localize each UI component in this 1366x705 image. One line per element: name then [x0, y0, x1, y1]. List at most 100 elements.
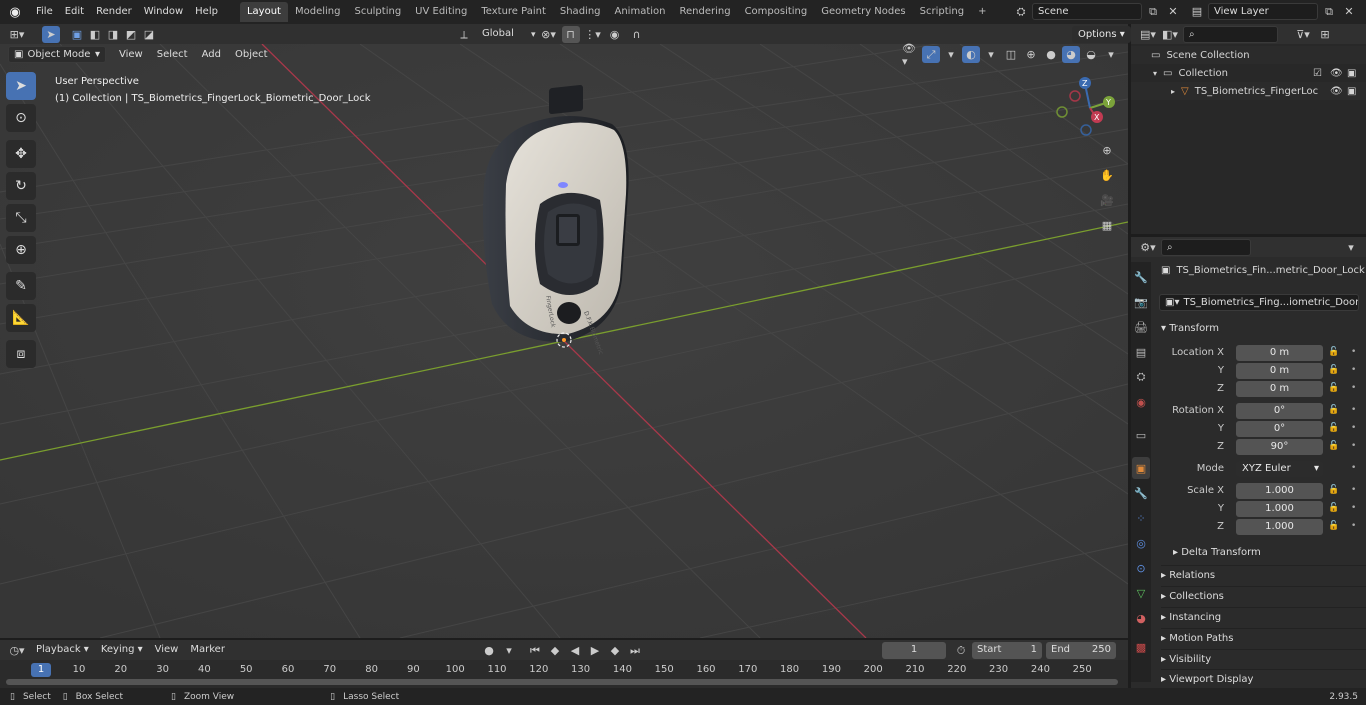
- checkbox-icon[interactable]: ☑: [1313, 68, 1322, 79]
- relations-panel-header[interactable]: ▸ Relations: [1161, 565, 1366, 585]
- constraints-tab-icon[interactable]: ⊙: [1132, 557, 1150, 579]
- start-frame-field[interactable]: Start 1: [972, 642, 1042, 659]
- outliner-row-scene[interactable]: ▭ Scene Collection: [1131, 46, 1366, 64]
- properties-editor-icon[interactable]: ⚙▾: [1139, 239, 1157, 256]
- keyframe-dot-icon[interactable]: •: [1351, 405, 1356, 415]
- timeline-scrollbar[interactable]: [6, 679, 1118, 685]
- chevron-down-icon[interactable]: ▾: [1102, 46, 1120, 63]
- scene-tab-icon[interactable]: ⛭: [1132, 366, 1150, 388]
- view-layer-icon[interactable]: ▤: [1188, 3, 1206, 20]
- render-tab-icon[interactable]: 📷: [1132, 291, 1150, 313]
- particles-tab-icon[interactable]: ⁘: [1132, 507, 1150, 529]
- menu-select[interactable]: Select: [151, 46, 194, 63]
- blender-logo-icon[interactable]: ◉: [0, 5, 30, 20]
- delete-view-layer-icon[interactable]: ✕: [1340, 3, 1358, 20]
- new-scene-icon[interactable]: ⧉: [1144, 3, 1162, 20]
- lock-icon[interactable]: 🔓: [1328, 485, 1339, 495]
- add-cube-tool-icon[interactable]: ⧈: [6, 340, 36, 368]
- current-frame-field[interactable]: 1: [882, 642, 946, 659]
- chevron-down-icon[interactable]: ▾: [942, 46, 960, 63]
- keyframe-dot-icon[interactable]: •: [1351, 365, 1356, 375]
- visibility-panel-header[interactable]: ▸ Visibility: [1161, 649, 1366, 669]
- snap-target-icon[interactable]: ⋮▾: [584, 26, 602, 43]
- play-icon[interactable]: ▶: [586, 642, 604, 659]
- menu-marker[interactable]: Marker: [184, 640, 231, 660]
- pivot-icon[interactable]: ⊗▾: [540, 26, 558, 43]
- keyframe-dot-icon[interactable]: •: [1351, 423, 1356, 433]
- outliner-search-input[interactable]: ⌕: [1183, 25, 1278, 43]
- eye-icon[interactable]: 👁: [1330, 86, 1343, 97]
- delta-transform-header[interactable]: ▸ Delta Transform: [1173, 543, 1366, 563]
- texture-tab-icon[interactable]: ▩: [1132, 636, 1150, 658]
- visibility-icon[interactable]: 👁▾: [902, 42, 920, 68]
- select-tool-icon[interactable]: ➤: [42, 25, 60, 43]
- outliner-row-collection[interactable]: ▾ ▭ Collection ☑ 👁 ▣: [1131, 64, 1366, 82]
- world-tab-icon[interactable]: ◉: [1132, 391, 1150, 413]
- rotation-mode-dropdown[interactable]: XYZ Euler ▾: [1236, 461, 1323, 477]
- rendered-shading-icon[interactable]: ◒: [1082, 46, 1100, 63]
- location-y-field[interactable]: 0 m: [1236, 363, 1323, 379]
- outliner-editor-icon[interactable]: ▤▾: [1139, 26, 1157, 43]
- snap-icon[interactable]: ⊓: [561, 26, 580, 43]
- end-frame-field[interactable]: End 250: [1046, 642, 1116, 659]
- material-shading-icon[interactable]: ◕: [1062, 46, 1080, 63]
- lock-icon[interactable]: 🔓: [1328, 405, 1339, 415]
- timeline-editor-icon[interactable]: ◷▾: [8, 642, 26, 659]
- tab-scripting[interactable]: Scripting: [913, 2, 971, 22]
- wireframe-shading-icon[interactable]: ⊕: [1022, 46, 1040, 63]
- data-tab-icon[interactable]: ▽: [1132, 582, 1150, 604]
- menu-edit[interactable]: Edit: [59, 0, 90, 24]
- move-tool-icon[interactable]: ✥: [6, 140, 36, 168]
- keyframe-dot-icon[interactable]: •: [1351, 503, 1356, 513]
- scale-z-field[interactable]: 1.000: [1236, 519, 1323, 535]
- keyframe-dot-icon[interactable]: •: [1351, 463, 1356, 473]
- tab-rendering[interactable]: Rendering: [672, 2, 737, 22]
- menu-playback[interactable]: Playback ▾: [30, 640, 95, 660]
- scene-field[interactable]: Scene: [1032, 3, 1142, 20]
- physics-tab-icon[interactable]: ◎: [1132, 532, 1150, 554]
- object-tab-icon[interactable]: ▣: [1132, 457, 1150, 479]
- outliner-row-object[interactable]: ▸ ▽ TS_Biometrics_FingerLoc 👁 ▣: [1131, 82, 1366, 100]
- select-subtract-icon[interactable]: ◨: [104, 26, 122, 43]
- orientation-dropdown[interactable]: Global: [477, 26, 527, 43]
- rotation-x-field[interactable]: 0°: [1236, 403, 1323, 419]
- lock-icon[interactable]: 🔓: [1328, 383, 1339, 393]
- collections-panel-header[interactable]: ▸ Collections: [1161, 586, 1366, 606]
- 3d-viewport[interactable]: D.F.K.Biometric FingerLock Z Y X ⊕ ✋ 🎥 ▦…: [0, 44, 1128, 638]
- jump-end-icon[interactable]: ⏭: [626, 642, 644, 659]
- menu-view[interactable]: View: [113, 46, 149, 63]
- keyframe-dot-icon[interactable]: •: [1351, 383, 1356, 393]
- mode-dropdown[interactable]: ▣ Object Mode ▾: [8, 46, 106, 63]
- select-invert-icon[interactable]: ◩: [122, 26, 140, 43]
- lock-icon[interactable]: 🔓: [1328, 365, 1339, 375]
- camera-icon[interactable]: 🎥: [1098, 192, 1116, 209]
- menu-window[interactable]: Window: [138, 0, 189, 24]
- viewport-display-panel-header[interactable]: ▸ Viewport Display: [1161, 669, 1366, 689]
- options-dropdown[interactable]: Options ▾: [1072, 26, 1131, 43]
- annotate-tool-icon[interactable]: ✎: [6, 272, 36, 300]
- tab-uv-editing[interactable]: UV Editing: [408, 2, 474, 22]
- tool-tab-icon[interactable]: 🔧: [1132, 266, 1150, 288]
- gizmo-toggle-icon[interactable]: ⤢: [922, 46, 940, 63]
- select-box-tool-icon[interactable]: ➤: [6, 72, 36, 100]
- properties-search-input[interactable]: ⌕: [1161, 238, 1251, 256]
- lock-icon[interactable]: 🔓: [1328, 441, 1339, 451]
- motion-paths-panel-header[interactable]: ▸ Motion Paths: [1161, 628, 1366, 648]
- lock-icon[interactable]: 🔓: [1328, 347, 1339, 357]
- scale-y-field[interactable]: 1.000: [1236, 501, 1323, 517]
- object-data-field[interactable]: ▣▾ TS_Biometrics_Fing...iometric_Door_Lo…: [1159, 294, 1359, 311]
- lock-icon[interactable]: 🔓: [1328, 423, 1339, 433]
- solid-shading-icon[interactable]: ●: [1042, 46, 1060, 63]
- menu-add[interactable]: Add: [196, 46, 227, 63]
- pan-hand-icon[interactable]: ✋: [1098, 167, 1116, 184]
- prev-keyframe-icon[interactable]: ◆: [546, 642, 564, 659]
- camera-icon[interactable]: ▣: [1347, 86, 1356, 97]
- menu-render[interactable]: Render: [90, 0, 138, 24]
- tab-layout[interactable]: Layout: [239, 2, 288, 22]
- transform-panel-header[interactable]: ▾ Transform: [1161, 319, 1366, 339]
- chevron-down-icon[interactable]: ▾: [1342, 239, 1360, 256]
- add-workspace-icon[interactable]: +: [971, 2, 993, 22]
- menu-timeline-view[interactable]: View: [149, 640, 185, 660]
- camera-icon[interactable]: ▣: [1347, 68, 1356, 79]
- scene-icon[interactable]: ⛭: [1012, 3, 1030, 20]
